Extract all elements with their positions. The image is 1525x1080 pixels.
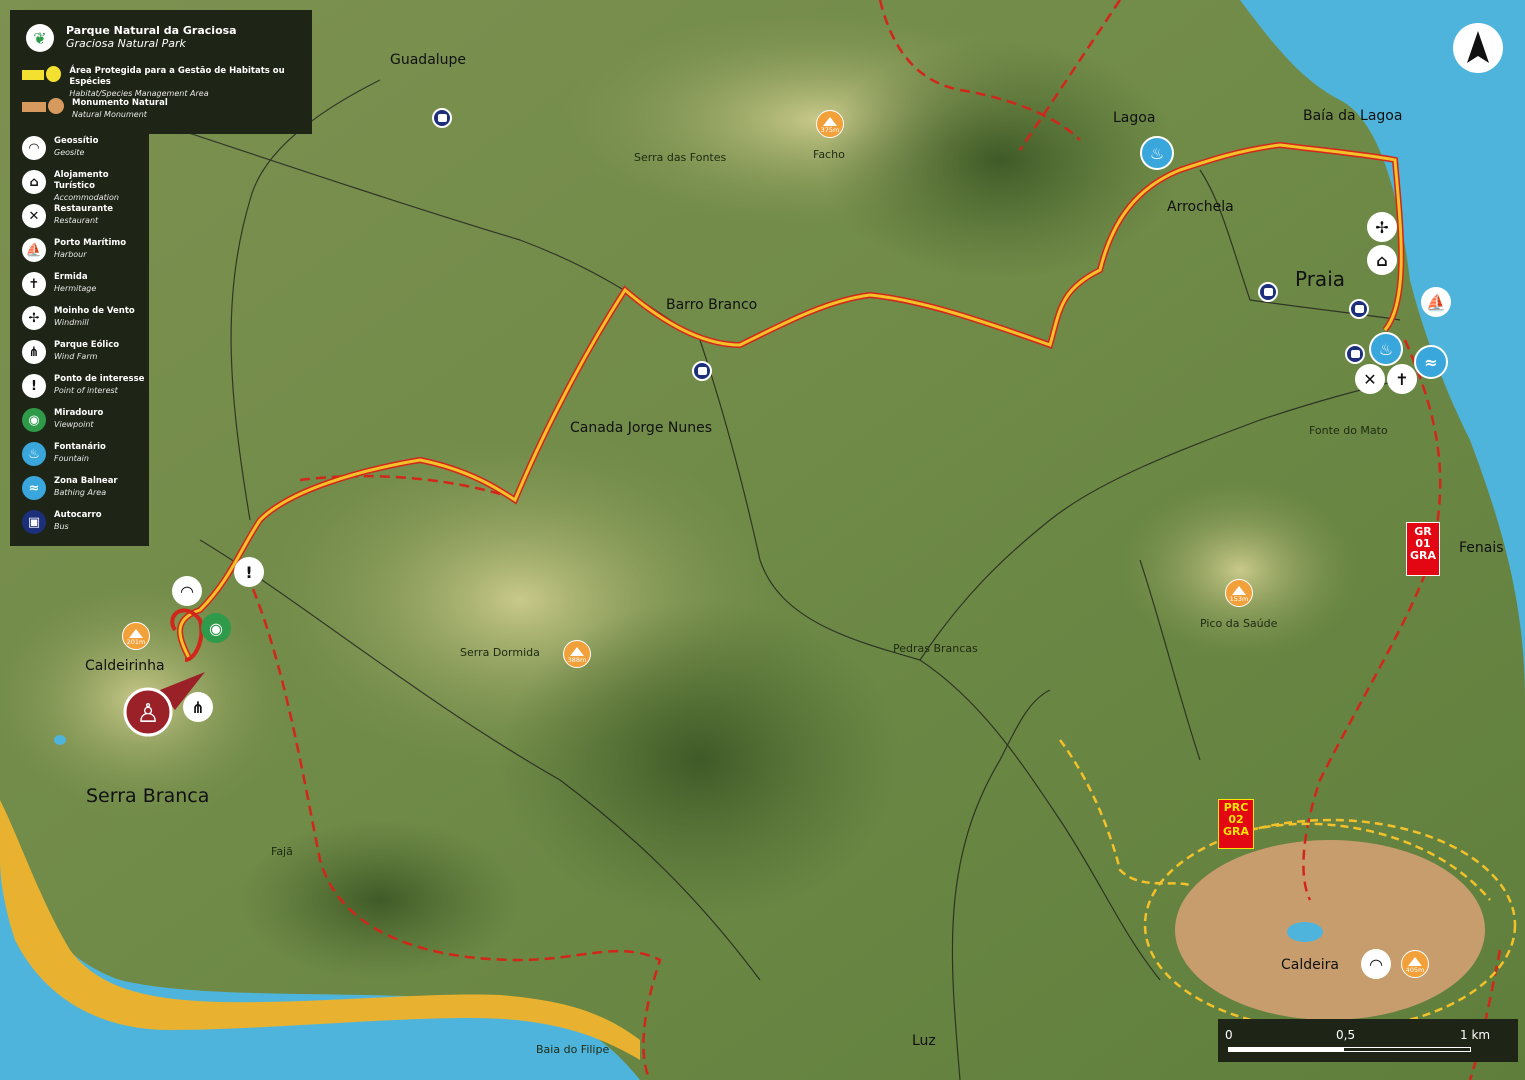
- label-serra-dormida: Serra Dormida: [460, 646, 540, 659]
- fountain-icon[interactable]: ♨: [1369, 332, 1403, 366]
- label-praia: Praia: [1295, 267, 1345, 291]
- park-subtitle: Graciosa Natural Park: [66, 37, 186, 50]
- legend-item-viewpoint: ◉ Miradouro Viewpoint: [22, 408, 103, 432]
- park-logo-icon: ❦: [26, 24, 54, 52]
- park-title: Parque Natural da Graciosa: [66, 24, 237, 37]
- scale-label-one: 1 km: [1460, 1028, 1491, 1042]
- label-faja: Fajã: [271, 845, 293, 858]
- legend-item-harbour: ⛵ Porto Marítimo Harbour: [22, 238, 126, 262]
- monument-icon: [48, 98, 64, 114]
- north-arrow-icon: [1453, 23, 1503, 73]
- windmill-icon[interactable]: ✢: [1367, 212, 1397, 242]
- label-baia-da-lagoa: Baía da Lagoa: [1303, 108, 1403, 124]
- geosite-icon: ◠: [22, 136, 46, 160]
- legend-item-bathing-area: ≈ Zona Balnear Bathing Area: [22, 476, 118, 500]
- bathing-area-icon[interactable]: ≈: [1414, 345, 1448, 379]
- peak-pico-da-saude-icon[interactable]: 153m: [1225, 579, 1253, 607]
- legend-item-wind-farm: ⋔ Parque Eólico Wind Farm: [22, 340, 119, 364]
- label-pedras-brancas: Pedras Brancas: [893, 642, 978, 655]
- label-fonte-do-mato: Fonte do Mato: [1309, 424, 1388, 437]
- hermitage-icon[interactable]: ✝: [1387, 364, 1417, 394]
- legend-item-windmill: ✢ Moinho de Vento Windmill: [22, 306, 135, 330]
- legend-symbols: ◠ Geossítio Geosite ⌂ Alojamento Turístic…: [10, 134, 149, 546]
- legend-item-point-of-interest: ! Ponto de interesse Point of interest: [22, 374, 144, 398]
- habitat-icon: [46, 66, 62, 82]
- caldeirinha-lake: [54, 735, 66, 745]
- point-of-interest-icon[interactable]: !: [234, 557, 264, 587]
- accommodation-icon: ⌂: [22, 170, 46, 194]
- scale-label-half: 0,5: [1336, 1028, 1356, 1042]
- bus-stop-icon[interactable]: [1345, 344, 1365, 364]
- relief-shadow-3: [240, 820, 520, 980]
- bus-icon: ▣: [22, 510, 46, 534]
- trail-marker-prc02[interactable]: PRC 02 GRA: [1218, 799, 1254, 849]
- geosite-icon[interactable]: ◠: [172, 576, 202, 606]
- label-baia-do-filipe: Baia do Filipe: [536, 1043, 610, 1056]
- peak-facho-icon[interactable]: 375m: [816, 110, 844, 138]
- legend-item-geosite: ◠ Geossítio Geosite: [22, 136, 98, 160]
- label-caldeirinha: Caldeirinha: [85, 658, 165, 674]
- hermitage-icon: ✝: [22, 272, 46, 296]
- relief-shadow-2: [820, 40, 1180, 280]
- geosite-icon[interactable]: ◠: [1361, 949, 1391, 979]
- bathing-area-icon: ≈: [22, 476, 46, 500]
- scale-segment-2: [1343, 1047, 1471, 1052]
- windmill-icon: ✢: [22, 306, 46, 330]
- svg-text:♙: ♙: [136, 699, 159, 729]
- scale-label-zero: 0: [1225, 1028, 1233, 1042]
- monument-swatch: [22, 102, 46, 112]
- legend-item-hermitage: ✝ Ermida Hermitage: [22, 272, 96, 296]
- map-canvas[interactable]: ♙: [0, 0, 1525, 1080]
- peak-serra-dormida-icon[interactable]: 388m: [563, 640, 591, 668]
- wind-farm-icon[interactable]: ⋔: [183, 692, 213, 722]
- label-caldeira: Caldeira: [1281, 957, 1339, 973]
- fountain-icon: ♨: [22, 442, 46, 466]
- label-facho: Facho: [813, 148, 845, 161]
- legend-area-monument: Monumento Natural Natural Monument: [22, 98, 168, 120]
- label-luz: Luz: [912, 1033, 936, 1049]
- bus-stop-icon[interactable]: [432, 108, 452, 128]
- peak-caldeira-icon[interactable]: 405m: [1401, 950, 1429, 978]
- harbour-icon: ⛵: [22, 238, 46, 262]
- legend-area-habitat: Área Protegida para a Gestão de Habitats…: [22, 66, 312, 99]
- scale-bar: 0 0,5 1 km: [1218, 1019, 1518, 1062]
- legend-item-fountain: ♨ Fontanário Fountain: [22, 442, 106, 466]
- legend-item-accommodation: ⌂ Alojamento Turístico Accommodation: [22, 170, 149, 203]
- habitat-swatch: [22, 70, 45, 80]
- relief-shadow-1: [500, 600, 900, 920]
- peak-caldeirinha-icon[interactable]: 201m: [122, 622, 150, 650]
- trail-marker-gr01[interactable]: GR 01 GRA: [1406, 522, 1440, 576]
- bus-stop-icon[interactable]: [1258, 282, 1278, 302]
- point-of-interest-icon: !: [22, 374, 46, 398]
- label-serra-branca: Serra Branca: [86, 785, 210, 807]
- restaurant-icon: ✕: [22, 204, 46, 228]
- label-lagoa: Lagoa: [1113, 110, 1156, 126]
- fountain-icon[interactable]: ♨: [1140, 136, 1174, 170]
- viewpoint-icon[interactable]: ◉: [201, 613, 231, 643]
- bus-stop-icon[interactable]: [1349, 299, 1369, 319]
- bus-stop-icon[interactable]: [692, 361, 712, 381]
- legend-panel: ❦ Parque Natural da Graciosa Graciosa Na…: [10, 10, 312, 134]
- accommodation-icon[interactable]: ⌂: [1367, 245, 1397, 275]
- relief-pico-saude: [1120, 480, 1360, 660]
- wind-farm-icon: ⋔: [22, 340, 46, 364]
- label-fenais: Fenais: [1459, 540, 1504, 556]
- label-guadalupe: Guadalupe: [390, 52, 467, 68]
- restaurant-icon[interactable]: ✕: [1355, 364, 1385, 394]
- label-barro-branco: Barro Branco: [666, 297, 758, 313]
- label-canada-jorge-nunes: Canada Jorge Nunes: [570, 420, 713, 436]
- caldeira-monument: [1175, 840, 1485, 1020]
- viewpoint-icon: ◉: [22, 408, 46, 432]
- label-arrochela: Arrochela: [1167, 199, 1234, 215]
- label-serra-das-fontes: Serra das Fontes: [634, 151, 727, 164]
- legend-item-restaurant: ✕ Restaurante Restaurant: [22, 204, 113, 228]
- legend-item-bus: ▣ Autocarro Bus: [22, 510, 102, 534]
- harbour-icon[interactable]: ⛵: [1421, 287, 1451, 317]
- caldeira-lake: [1287, 922, 1323, 942]
- scale-segment-1: [1228, 1047, 1343, 1052]
- label-pico-da-saude: Pico da Saúde: [1200, 617, 1278, 630]
